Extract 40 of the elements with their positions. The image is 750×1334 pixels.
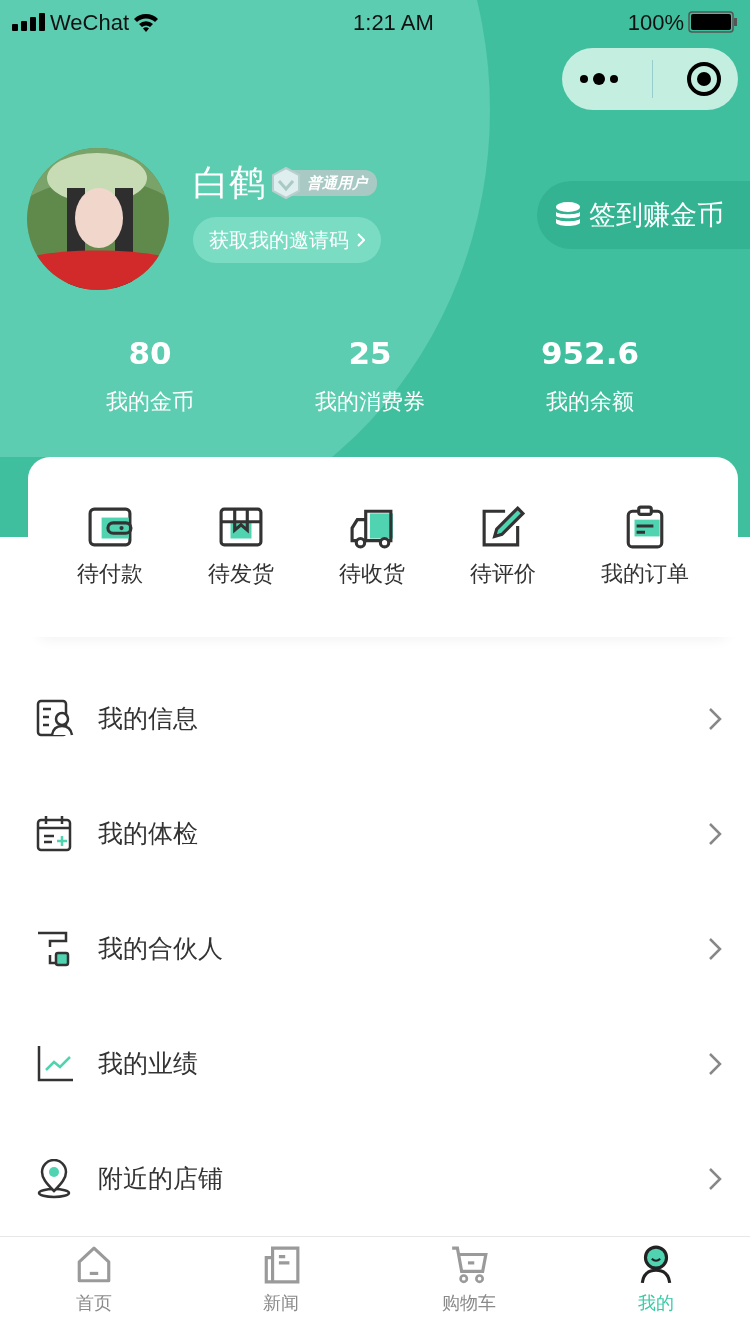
order-status-item[interactable]: 待收货	[338, 504, 405, 590]
order-status-item[interactable]: 待发货	[207, 504, 274, 590]
menu-item[interactable]: 我的信息	[0, 661, 750, 776]
newspaper-icon	[262, 1245, 301, 1285]
user-level-badge: 普通用户	[273, 169, 377, 197]
tab-item[interactable]: 首页	[0, 1237, 188, 1334]
more-icon[interactable]	[578, 73, 619, 85]
line-chart-icon	[36, 1043, 74, 1084]
order-status-item[interactable]: 待付款	[76, 504, 143, 590]
menu-item[interactable]: 我的业绩	[0, 1006, 750, 1121]
menu-item[interactable]: 我的体检	[0, 776, 750, 891]
menu-item[interactable]: 附近的店铺	[0, 1121, 750, 1236]
order-status-item[interactable]: 我的订单	[601, 504, 690, 590]
chevron-right-icon	[708, 706, 722, 731]
coins-icon	[555, 202, 581, 228]
user-name: 白鹤	[193, 165, 265, 201]
wifi-icon	[133, 12, 160, 32]
stat-value: 80	[128, 334, 172, 373]
tab-item[interactable]: 新闻	[187, 1237, 375, 1334]
chevron-right-icon	[357, 233, 365, 247]
stat-label: 我的金币	[106, 387, 194, 416]
chevron-right-icon	[708, 821, 722, 846]
battery-icon	[688, 11, 738, 33]
profile-card-icon	[36, 698, 74, 739]
chevron-right-icon	[708, 1051, 722, 1076]
close-icon[interactable]	[685, 61, 722, 97]
carrier-name: WeChat	[50, 8, 130, 37]
stat-value: 25	[348, 334, 392, 373]
status-time: 1:21 AM	[353, 8, 434, 37]
battery-percent: 100%	[627, 8, 684, 37]
stat-label: 我的消费券	[315, 387, 425, 416]
chevron-right-icon	[708, 1166, 722, 1191]
stat-value: 952.6	[540, 334, 640, 373]
order-status-item[interactable]: 待评价	[470, 504, 537, 590]
stat-label: 我的余额	[546, 387, 634, 416]
chevron-right-icon	[708, 936, 722, 961]
menu-item[interactable]: 我的合伙人	[0, 891, 750, 1006]
signal-icon	[12, 13, 46, 31]
calendar-icon	[36, 813, 74, 854]
cart-icon	[449, 1245, 488, 1285]
